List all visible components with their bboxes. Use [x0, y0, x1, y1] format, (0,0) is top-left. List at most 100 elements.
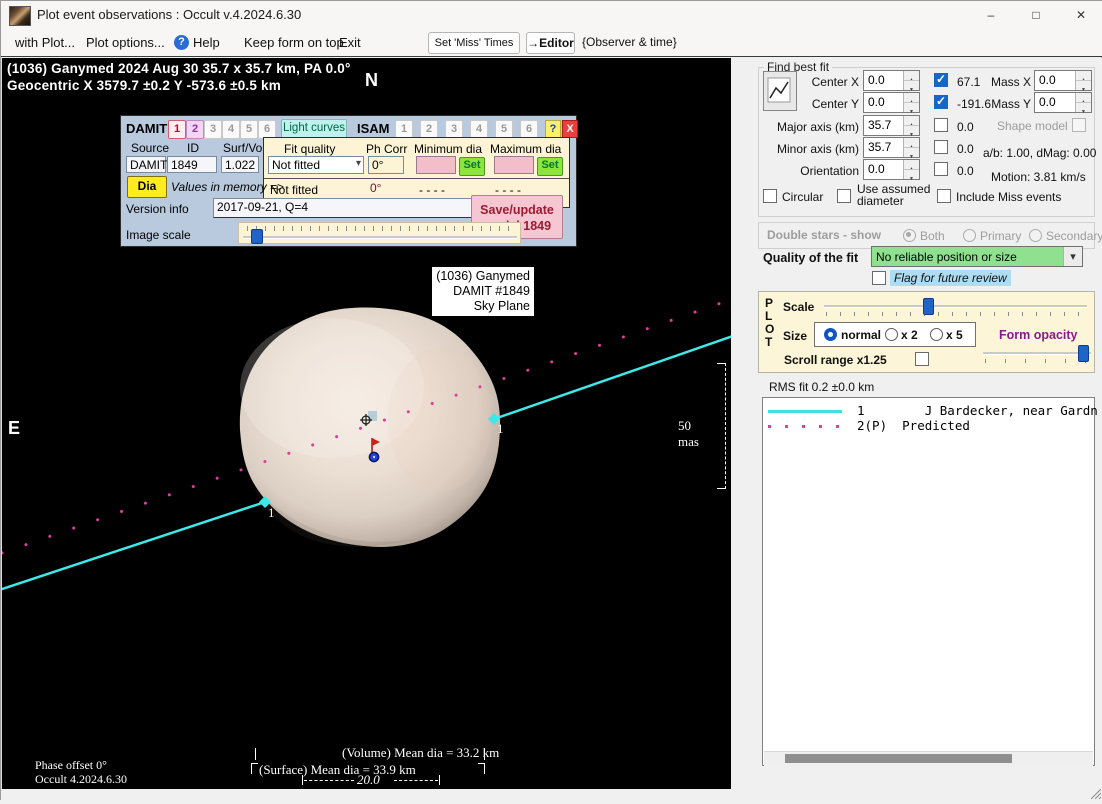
form-opacity-slider[interactable]: [983, 343, 1091, 365]
col-ph-corr: Ph Corr: [366, 142, 407, 156]
set-max-button[interactable]: Set: [537, 157, 563, 176]
center-y-label: Center Y: [799, 97, 859, 111]
flag-review-checkbox[interactable]: [872, 271, 886, 285]
surfvol-field[interactable]: 1.022: [221, 156, 259, 173]
use-assumed-checkbox[interactable]: [837, 189, 851, 203]
col-surfvol: Surf/Vol: [223, 141, 265, 155]
list-horizontal-scrollbar[interactable]: [764, 751, 1093, 766]
damit-model-1[interactable]: 1: [168, 120, 186, 139]
panel-close-button[interactable]: X: [562, 120, 578, 138]
major-axis-spinner[interactable]: 35.7: [863, 115, 920, 136]
center-y-checkbox[interactable]: [934, 95, 948, 109]
set-miss-times-button[interactable]: Set 'Miss' Times: [428, 32, 520, 54]
menu-help[interactable]: Help: [193, 35, 220, 50]
best-fit-button[interactable]: [763, 71, 797, 111]
chord-right-number: 1: [497, 421, 504, 437]
damit-model-5[interactable]: 5: [240, 120, 258, 139]
circular-checkbox[interactable]: [763, 189, 777, 203]
quality-dropdown[interactable]: No reliable position or size: [871, 246, 1083, 267]
mass-y-label: Mass Y: [989, 97, 1031, 111]
motion-label: Motion: 3.81 km/s: [991, 170, 1086, 184]
orientation-checkbox[interactable]: [934, 162, 948, 176]
east-label: E: [8, 418, 20, 439]
dia-button[interactable]: Dia: [127, 176, 167, 198]
volume-dia-label: (Volume) Mean dia = 33.2 km: [342, 745, 499, 761]
minor-axis-spinner[interactable]: 35.7: [863, 137, 920, 158]
occult-version-label: Occult 4.2024.6.30: [35, 772, 127, 787]
minor-axis-checkbox[interactable]: [934, 140, 948, 154]
center-x-spinner[interactable]: 0.0: [863, 70, 920, 91]
double-stars-primary-radio[interactable]: [963, 229, 976, 242]
shape-model-checkbox[interactable]: [1072, 118, 1086, 132]
damit-model-4[interactable]: 4: [222, 120, 240, 139]
resize-grip-icon[interactable]: [1091, 789, 1101, 799]
spinner-arrows-icon[interactable]: [903, 71, 919, 90]
double-stars-title: Double stars - show: [767, 228, 881, 242]
close-button[interactable]: ✕: [1064, 3, 1098, 27]
flag-review-label: Flag for future review: [890, 270, 1011, 286]
menu-plot-options[interactable]: Plot options...: [86, 35, 165, 50]
asteroid-facet: [388, 348, 492, 492]
double-stars-both-radio[interactable]: [903, 229, 916, 242]
scale-slider[interactable]: [824, 296, 1087, 318]
id-field[interactable]: 1849: [167, 156, 217, 173]
version-info-label: Version info: [126, 202, 189, 216]
info-line-1: (1036) Ganymed: [436, 269, 530, 284]
observation-row[interactable]: 1 J Bardecker, near Gardn: [857, 403, 1098, 418]
title-bar: Plot event observations : Occult v.4.202…: [1, 1, 1102, 29]
use-assumed-label: Use assumed diameter: [857, 183, 930, 207]
orientation-offset: 0.0: [957, 164, 974, 178]
fit-quality-dropdown[interactable]: Not fitted ▾: [268, 156, 364, 174]
major-axis-checkbox[interactable]: [934, 118, 948, 132]
menu-exit[interactable]: Exit: [339, 35, 361, 50]
set-min-button[interactable]: Set: [459, 157, 485, 176]
orientation-label: Orientation: [771, 164, 859, 178]
menu-keep-on-top[interactable]: Keep form on top: [244, 35, 344, 50]
size-label: Size: [783, 329, 807, 343]
orientation-spinner[interactable]: 0.0: [863, 159, 920, 180]
ph-corr-field[interactable]: 0°: [368, 156, 404, 174]
size-x2-radio[interactable]: [885, 328, 898, 341]
bottom-border-strip: [1, 789, 731, 801]
col-id: ID: [187, 141, 199, 155]
info-line-2: DAMIT #1849: [436, 284, 530, 299]
damit-model-2[interactable]: 2: [186, 120, 204, 139]
damit-model-3[interactable]: 3: [204, 120, 222, 139]
image-scale-slider[interactable]: [238, 222, 521, 244]
minimize-button[interactable]: –: [974, 3, 1008, 27]
center-x-checkbox[interactable]: [934, 73, 948, 87]
major-axis-offset: 0.0: [957, 120, 974, 134]
dropdown-arrow-icon[interactable]: [1063, 247, 1082, 266]
image-scale-thumb[interactable]: [251, 229, 263, 244]
min-dia-field[interactable]: [416, 156, 456, 174]
scrollbar-thumb[interactable]: [785, 754, 1012, 763]
size-normal-label: normal: [841, 328, 881, 342]
include-miss-checkbox[interactable]: [937, 189, 951, 203]
menu-with-plot[interactable]: with Plot...: [15, 35, 75, 50]
window-title: Plot event observations : Occult v.4.202…: [37, 7, 301, 22]
observer-time-label: {Observer & time}: [582, 35, 677, 49]
mass-x-spinner[interactable]: 0.0: [1034, 70, 1092, 91]
editor-button[interactable]: →Editor: [526, 32, 575, 54]
scroll-range-checkbox[interactable]: [915, 352, 929, 366]
maximize-button[interactable]: □: [1019, 3, 1053, 27]
plot-header-line2: Geocentric X 3579.7 ±0.2 Y -573.6 ±0.5 k…: [7, 78, 281, 93]
plot-header-line1: (1036) Ganymed 2024 Aug 30 35.7 x 35.7 k…: [7, 61, 351, 76]
mass-y-spinner[interactable]: 0.0: [1034, 92, 1092, 113]
observation-row[interactable]: 2(P) Predicted: [857, 418, 970, 433]
center-y-spinner[interactable]: 0.0: [863, 92, 920, 113]
light-curves-button[interactable]: Light curves: [281, 119, 347, 139]
panel-help-button[interactable]: ?: [545, 120, 561, 138]
observations-listbox[interactable]: 1 J Bardecker, near Gardn 2(P) Predicted: [762, 397, 1095, 766]
form-opacity-thumb[interactable]: [1078, 345, 1089, 362]
center-x-label: Center X: [799, 75, 859, 89]
mass-x-label: Mass X: [989, 75, 1031, 89]
size-x5-radio[interactable]: [930, 328, 943, 341]
scale-slider-thumb[interactable]: [923, 298, 934, 315]
surface-dia-label: (Surface) Mean dia = 33.9 km: [259, 762, 416, 778]
double-stars-secondary-radio[interactable]: [1029, 229, 1042, 242]
size-normal-radio[interactable]: [824, 328, 837, 341]
source-field[interactable]: DAMIT: [126, 156, 166, 173]
max-dia-field[interactable]: [494, 156, 534, 174]
chord-line-left: [2, 502, 265, 590]
